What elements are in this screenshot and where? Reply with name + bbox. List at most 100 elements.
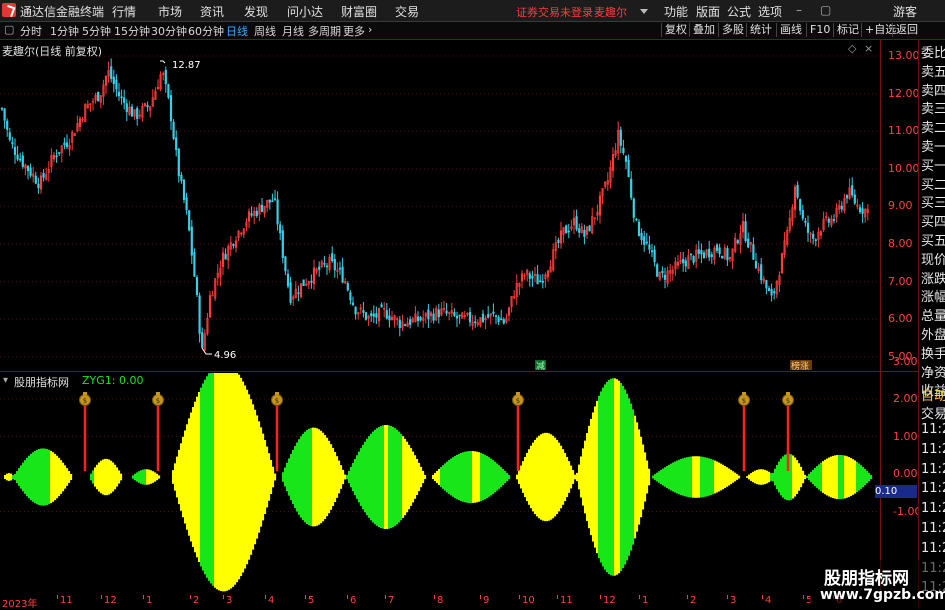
indicator-bar	[104, 458, 107, 496]
candle	[851, 177, 854, 198]
candle	[273, 189, 277, 202]
indicator-bar	[346, 474, 349, 480]
indicator-bar	[706, 457, 709, 497]
menu-item-wenxiaoda[interactable]: 问小达	[287, 3, 323, 20]
tab-period-15min[interactable]: 15分钟	[114, 23, 150, 39]
candle	[0, 107, 4, 112]
candlestick-chart[interactable]: 12.87 4.96 减 榜涨	[0, 40, 880, 370]
guest-label[interactable]: 游客	[893, 3, 917, 20]
indicator-bar	[28, 455, 31, 499]
duogu-button[interactable]: 多股	[718, 23, 744, 37]
candle	[497, 315, 500, 325]
candle	[253, 206, 256, 224]
candle	[864, 207, 867, 223]
diamond-icon[interactable]: ◇	[848, 42, 856, 55]
tab-period-daily[interactable]: 日线	[226, 23, 248, 39]
candle	[416, 311, 420, 327]
menu-item-zixun[interactable]: 资讯	[200, 3, 224, 20]
back-button[interactable]: 返回	[892, 23, 918, 37]
indicator-bar	[462, 452, 465, 502]
indicator-bar	[434, 472, 437, 482]
menu-item-faxian[interactable]: 发现	[244, 3, 268, 20]
svg-text:$: $	[786, 397, 790, 405]
candle	[853, 189, 856, 206]
candle	[505, 313, 508, 324]
indicator-bar	[432, 474, 435, 480]
tab-period-30min[interactable]: 30分钟	[151, 23, 187, 39]
menu-item-jiaoyi[interactable]: 交易	[395, 3, 419, 20]
tab-period-multi[interactable]: 多周期	[308, 23, 341, 39]
indicator-bar	[22, 462, 25, 492]
indicator-bar	[722, 464, 725, 490]
indicator-bar	[528, 449, 531, 505]
indicator-bar	[646, 460, 649, 494]
candle	[692, 255, 695, 265]
indicator-bar	[858, 463, 861, 491]
minimize-icon[interactable]: –	[796, 3, 802, 17]
menu-item-hangqing[interactable]: 行情	[112, 3, 136, 20]
candle	[591, 207, 594, 235]
huaxian-button[interactable]: 画线	[776, 23, 802, 37]
indicator-bar	[150, 470, 153, 484]
panel-toggle-icon[interactable]: ▢	[4, 23, 14, 36]
indicator-bar	[236, 373, 239, 583]
diejia-button[interactable]: 叠加	[689, 23, 715, 37]
indicator-bar	[330, 444, 333, 510]
candle	[107, 61, 110, 83]
candle	[427, 303, 430, 329]
tab-period-60min[interactable]: 60分钟	[188, 23, 224, 39]
indicator-bar	[716, 461, 719, 493]
indicator-bar	[452, 457, 455, 497]
main-y-tick: 8.00	[888, 237, 913, 250]
fuquan-button[interactable]: 复权	[661, 23, 687, 37]
tab-period-fenshi[interactable]: 分时	[20, 23, 42, 39]
indicator-bar	[408, 444, 411, 510]
menu-item-caifuquan[interactable]: 财富圈	[341, 3, 377, 20]
indicator-bar	[526, 452, 529, 502]
candle	[208, 290, 212, 319]
quote-panel-item[interactable]: 自动	[921, 385, 945, 404]
indicator-chart[interactable]: $ $ $ $ $ $	[0, 373, 880, 593]
menu-item-gongneng[interactable]: 功能	[664, 3, 688, 20]
tab-period-monthly[interactable]: 月线	[282, 23, 304, 39]
maximize-icon[interactable]: ▢	[820, 3, 831, 17]
indicator-bar	[796, 460, 799, 494]
candle	[640, 228, 643, 245]
chevron-down-icon[interactable]	[640, 9, 648, 14]
indicator-bar	[448, 460, 451, 494]
candle	[333, 254, 336, 278]
indicator-bar	[42, 448, 45, 506]
indicator-bar	[730, 469, 733, 485]
menu-item-shichang[interactable]: 市场	[158, 3, 182, 20]
x-axis-tick: 6	[350, 595, 357, 606]
tab-period-1min[interactable]: 1分钟	[50, 23, 79, 39]
tab-period-5min[interactable]: 5分钟	[82, 23, 111, 39]
indicator-bar	[404, 438, 407, 516]
menu-item-xuanxiang[interactable]: 选项	[758, 3, 782, 20]
f10-button[interactable]: F10	[806, 23, 830, 37]
menu-item-gongshi[interactable]: 公式	[727, 3, 751, 20]
chevron-right-icon[interactable]: ›	[368, 23, 372, 36]
tongji-button[interactable]: 统计	[746, 23, 772, 37]
candle	[315, 267, 318, 275]
indicator-bar	[454, 455, 457, 499]
add-watchlist-button[interactable]: +自选	[861, 23, 896, 37]
menu-item-banmian[interactable]: 版面	[696, 3, 720, 20]
indicator-bar	[92, 470, 95, 484]
candle	[268, 199, 271, 210]
money-bag-signal-icon: $	[271, 392, 283, 471]
candle	[767, 285, 771, 292]
login-warning[interactable]: 证券交易未登录	[516, 4, 593, 20]
biaoji-button[interactable]: 标记	[833, 23, 859, 37]
candle	[422, 310, 425, 328]
indicator-bar	[808, 473, 811, 481]
indicator-bar	[608, 379, 611, 575]
tab-period-weekly[interactable]: 周线	[254, 23, 276, 39]
tab-period-more[interactable]: 更多	[343, 23, 365, 39]
indicator-bar	[96, 464, 99, 490]
quote-panel-item[interactable]: 交易	[921, 403, 945, 422]
indicator-bar	[610, 378, 613, 576]
candle	[89, 103, 92, 112]
candle	[55, 149, 58, 163]
close-icon[interactable]: ×	[864, 42, 873, 55]
